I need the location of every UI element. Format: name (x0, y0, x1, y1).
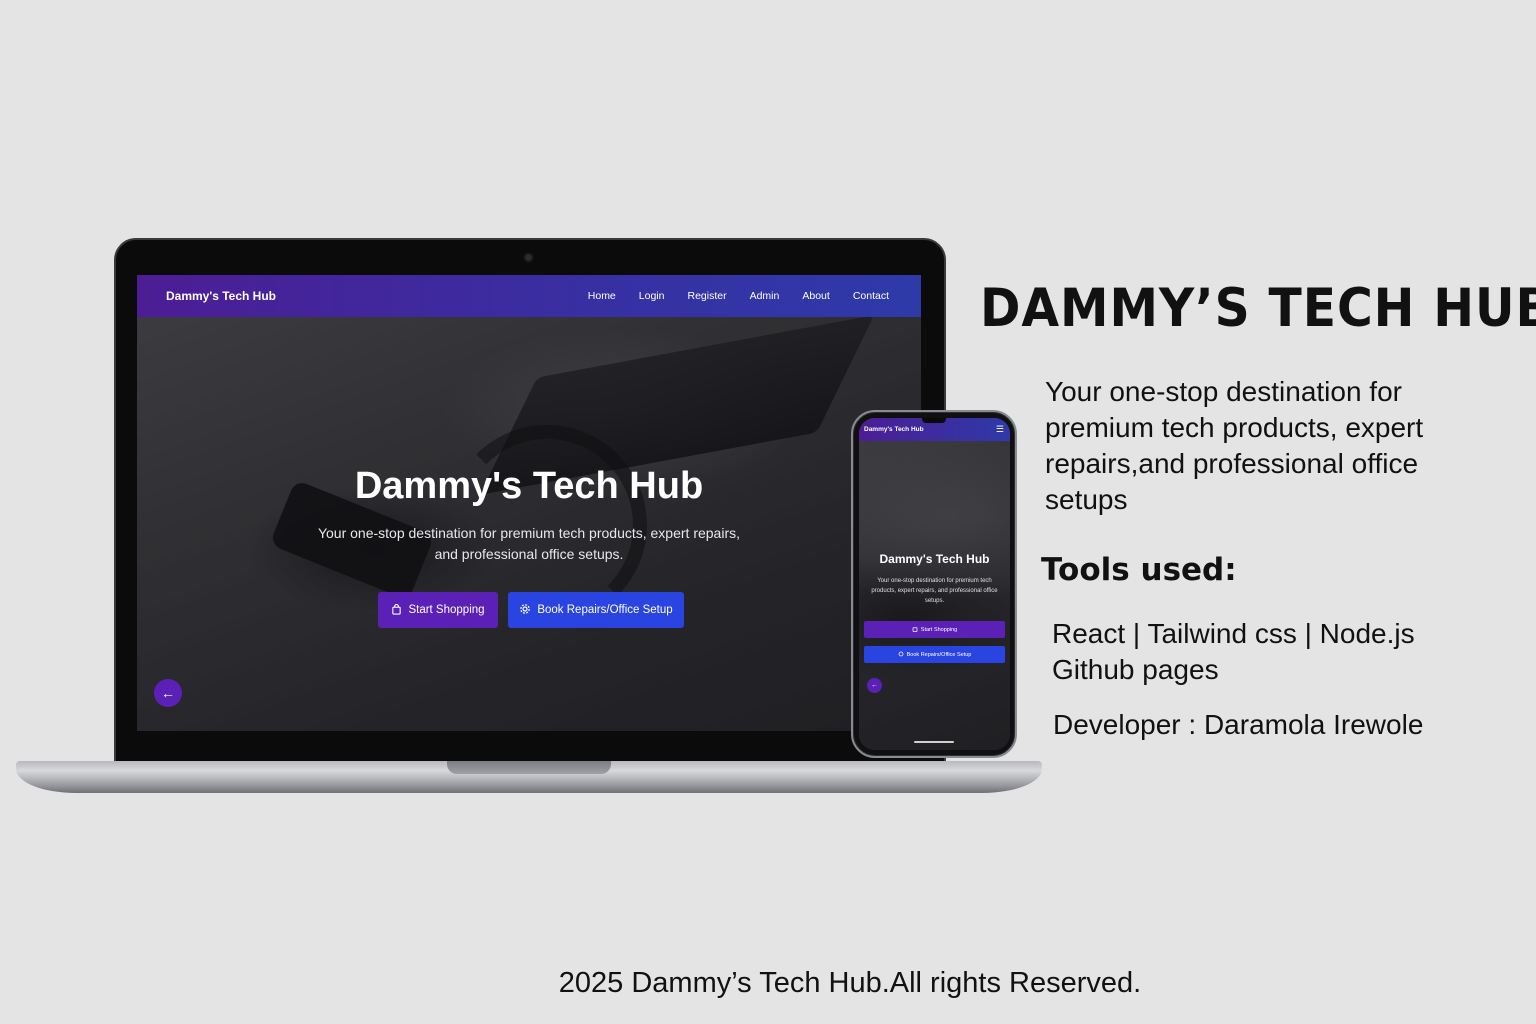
tools-line-1: React | Tailwind css | Node.js (1052, 618, 1415, 649)
hamburger-icon[interactable]: ☰ (996, 424, 1004, 435)
arrow-left-icon: ← (871, 682, 878, 689)
laptop-screen: Dammy's Tech Hub Home Login Register Adm… (137, 275, 921, 731)
nav-link-contact[interactable]: Contact (853, 290, 889, 302)
gear-icon (898, 651, 904, 659)
laptop-notch (447, 761, 611, 774)
nav-link-about[interactable]: About (802, 290, 829, 302)
navbar: Dammy's Tech Hub Home Login Register Adm… (137, 275, 921, 317)
book-repairs-button[interactable]: Book Repairs/Office Setup (508, 592, 684, 628)
phone-book-repairs-label: Book Repairs/Office Setup (906, 651, 972, 658)
hero-subtitle: Your one-stop destination for premium te… (317, 525, 741, 562)
nav-brand[interactable]: Dammy's Tech Hub (166, 289, 276, 303)
description: Your one-stop destination for premium te… (1045, 376, 1424, 515)
phone-back-button[interactable]: ← (867, 678, 882, 693)
developer-credit: Developer : Daramola Irewole (1053, 709, 1424, 740)
phone-start-shopping-button[interactable]: Start Shopping (864, 621, 1005, 638)
phone-book-repairs-button[interactable]: Book Repairs/Office Setup (864, 646, 1005, 663)
home-indicator (914, 741, 954, 743)
camera-icon (523, 252, 534, 263)
nav-link-admin[interactable]: Admin (750, 290, 780, 302)
arrow-left-icon: ← (161, 685, 175, 701)
nav-link-home[interactable]: Home (588, 290, 616, 302)
nav-links: Home Login Register Admin About Contact (565, 290, 889, 302)
phone-start-shopping-label: Start Shopping (920, 626, 958, 633)
phone-nav-brand[interactable]: Dammy's Tech Hub (864, 426, 924, 433)
hero-title: Dammy's Tech Hub (354, 465, 704, 507)
footer-copyright: 2025 Dammy’s Tech Hub.All rights Reserve… (558, 967, 1142, 999)
shopping-bag-icon (912, 626, 918, 634)
phone-hero-subtitle: Your one-stop destination for premium te… (871, 578, 998, 604)
nav-link-login[interactable]: Login (639, 290, 665, 302)
phone-hero-title: Dammy's Tech Hub (879, 552, 990, 566)
start-shopping-button[interactable]: Start Shopping (378, 592, 498, 628)
gear-icon (519, 603, 531, 617)
start-shopping-label: Start Shopping (408, 604, 485, 616)
phone-speaker (922, 418, 946, 423)
back-button[interactable]: ← (154, 679, 182, 707)
headline: DAMMY’S TECH HUB (980, 278, 1536, 339)
nav-link-register[interactable]: Register (687, 290, 726, 302)
tools-list: React | Tailwind css | Node.js Github pa… (1052, 616, 1522, 688)
shopping-bag-icon (391, 603, 402, 617)
tools-title: Tools used: (1041, 552, 1237, 588)
tools-line-2: Github pages (1052, 654, 1219, 685)
book-repairs-label: Book Repairs/Office Setup (537, 604, 673, 616)
